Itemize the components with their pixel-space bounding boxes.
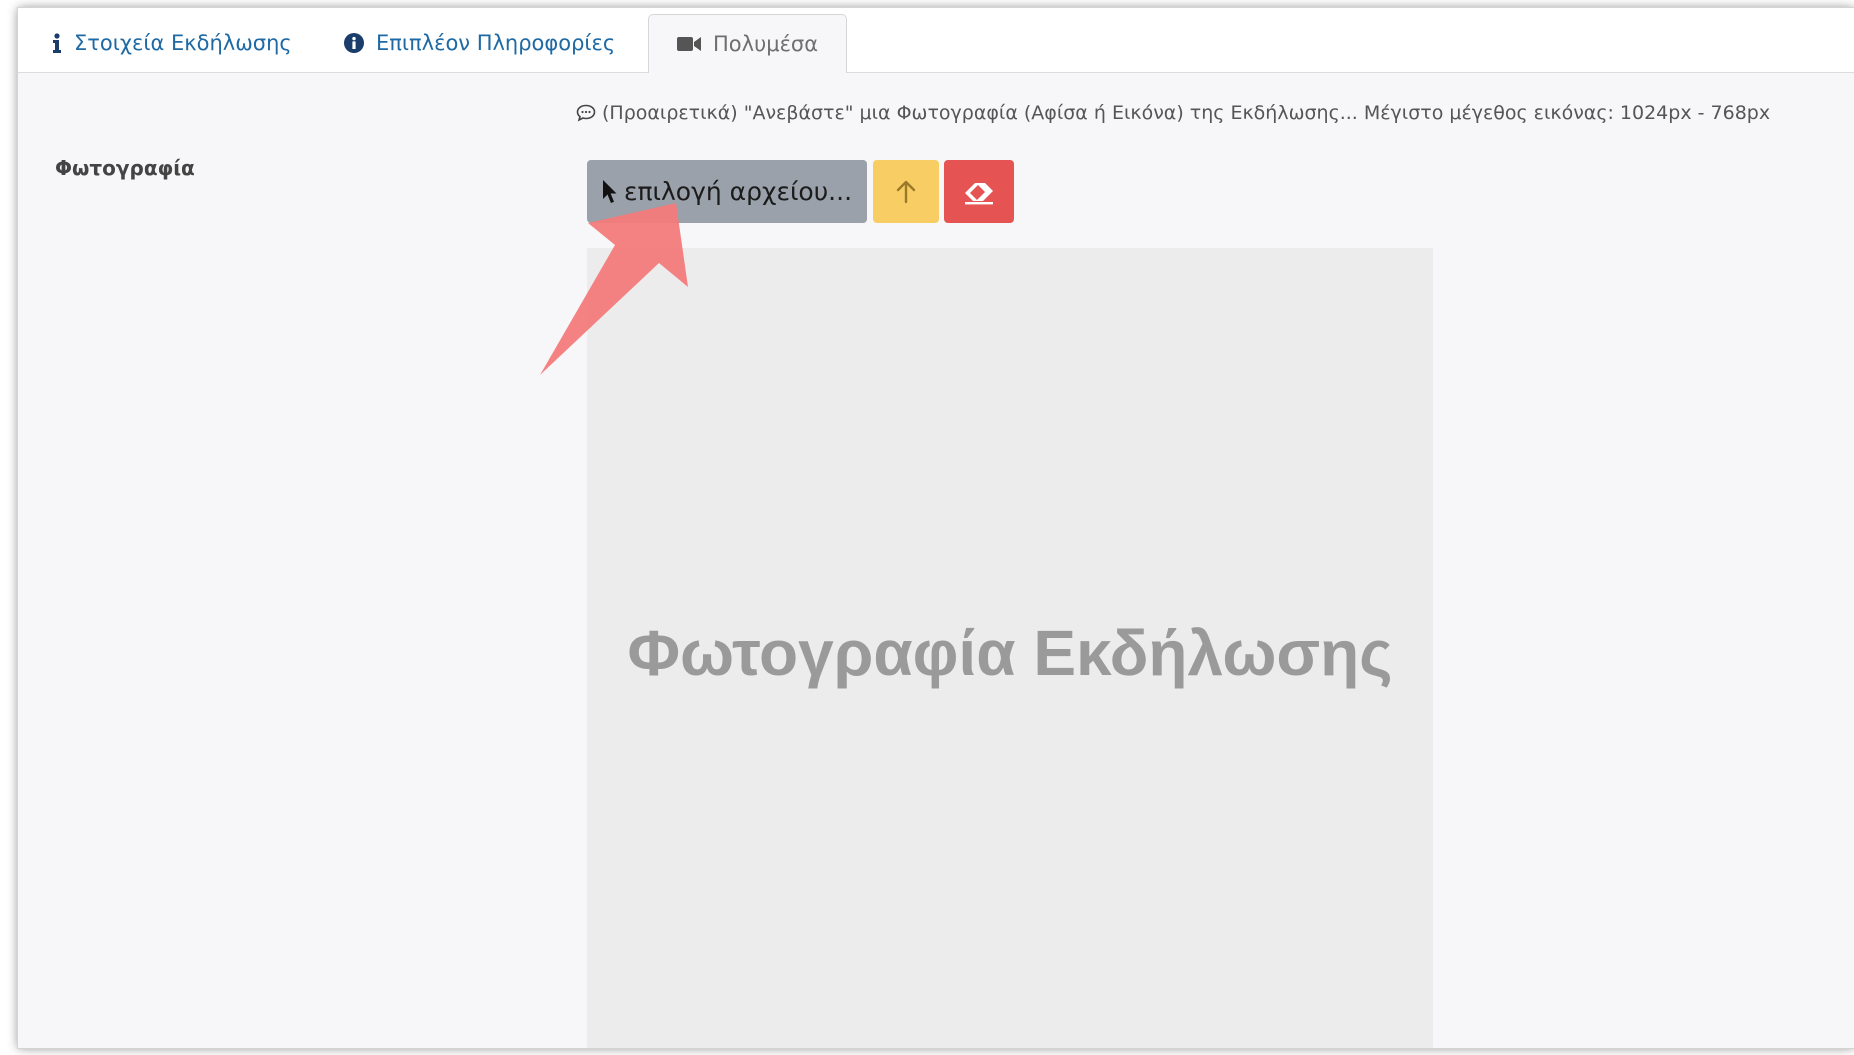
info-circle-icon xyxy=(344,33,364,53)
tab-event-details[interactable]: Στοιχεία Εκδήλωσης xyxy=(52,14,292,72)
hint-text: (Προαιρετικά) "Ανεβάστε" μια Φωτογραφία … xyxy=(602,102,1771,124)
tab-more-info[interactable]: Επιπλέον Πληροφορίες xyxy=(344,14,615,72)
photo-label: Φωτογραφία xyxy=(55,156,195,180)
upload-button[interactable] xyxy=(873,160,939,223)
info-icon xyxy=(52,33,62,53)
comment-icon xyxy=(576,104,596,122)
select-file-label: επιλογή αρχείου... xyxy=(623,177,853,206)
eraser-icon xyxy=(964,179,994,205)
tab-label: Επιπλέον Πληροφορίες xyxy=(376,31,616,55)
photo-preview: Φωτογραφία Εκδήλωσης xyxy=(587,248,1433,1048)
photo-placeholder: Φωτογραφία Εκδήλωσης xyxy=(627,617,1393,689)
video-camera-icon xyxy=(677,36,701,52)
photo-hint: (Προαιρετικά) "Ανεβάστε" μια Φωτογραφία … xyxy=(576,102,1770,124)
tab-multimedia[interactable]: Πολυμέσα xyxy=(648,14,848,73)
tab-bar: Στοιχεία Εκδήλωσης Επιπλέον Πληροφορίες … xyxy=(18,8,1854,73)
select-file-button[interactable]: επιλογή αρχείου... xyxy=(587,160,867,223)
tab-label: Πολυμέσα xyxy=(713,32,819,56)
tab-label: Στοιχεία Εκδήλωσης xyxy=(74,31,292,55)
app-window: Στοιχεία Εκδήλωσης Επιπλέον Πληροφορίες … xyxy=(18,8,1854,1048)
mouse-pointer-icon xyxy=(602,179,618,205)
arrow-up-icon xyxy=(895,180,917,204)
clear-button[interactable] xyxy=(944,160,1014,223)
